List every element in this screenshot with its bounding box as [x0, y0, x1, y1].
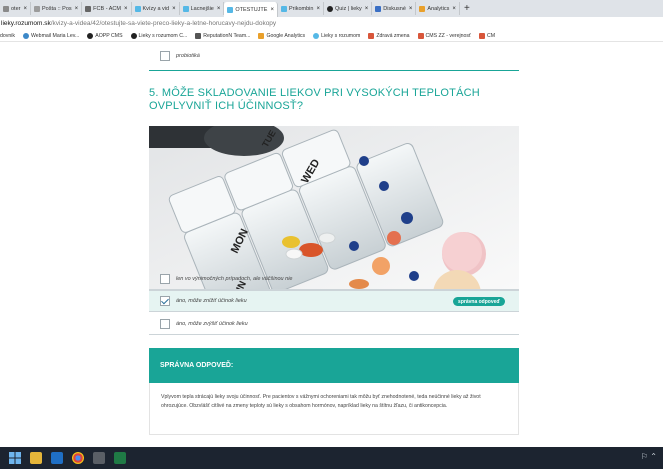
browser-tab[interactable]: Analytics ×: [416, 2, 460, 15]
bookmark-item[interactable]: ReputationN Team...: [195, 32, 250, 39]
browser-tab-bar: oter × Pošta :: Pos × FCB - ACM × Kvízy a v…: [0, 0, 663, 17]
answer-heading: SPRÁVNA ODPOVEĎ:: [149, 348, 519, 383]
option-label: áno, môže znížiť účinok lieku: [176, 298, 247, 304]
browser-tab[interactable]: Quiz | lieky ×: [324, 2, 373, 15]
option-label: áno, môže zvýšiť účinok lieku: [176, 320, 248, 327]
answer-option[interactable]: áno, môže zvýšiť účinok lieku: [149, 313, 519, 335]
correct-answer-badge: správna odpoveď: [453, 297, 505, 306]
lieky-heart-icon: [227, 6, 234, 13]
page-content: probiotiká 5. MÔŽE SKLADOVANIE LIEKOV PR…: [0, 42, 663, 447]
close-tab-icon[interactable]: ×: [316, 6, 320, 12]
bookmark-item[interactable]: AOPP CMS: [87, 32, 123, 39]
option-label: probiotiká: [176, 53, 200, 59]
browser-tab[interactable]: Diskusné ×: [372, 2, 417, 15]
close-tab-icon[interactable]: ×: [75, 6, 79, 12]
lieky-heart-icon: [182, 5, 189, 12]
browser-tab[interactable]: Prikombin ×: [278, 2, 324, 15]
bookmark-item[interactable]: Lieky s rozumom: [313, 32, 360, 39]
close-tab-icon[interactable]: ×: [452, 6, 456, 12]
answer-option-correct[interactable]: áno, môže znížiť účinok lieku správna od…: [149, 290, 519, 312]
plus-cross-icon: [368, 32, 375, 39]
lieky-heart-icon: [313, 32, 320, 39]
folder-icon: [85, 5, 92, 12]
option-checkbox[interactable]: [160, 318, 170, 329]
windows-icon[interactable]: [9, 452, 21, 464]
excel-icon[interactable]: [114, 452, 126, 464]
close-tab-icon[interactable]: ×: [270, 7, 274, 13]
lieky-heart-icon: [134, 5, 141, 12]
bookmark-item[interactable]: dovnik: [0, 33, 15, 39]
analytics-icon: [419, 5, 426, 12]
browser-tab[interactable]: Pošta :: Pos ×: [31, 2, 83, 15]
option-checkbox-checked[interactable]: [160, 296, 170, 306]
question-title: 5. MÔŽE SKLADOVANIE LIEKOV PRI VYSOKÝCH …: [149, 87, 480, 112]
calculator-icon[interactable]: [93, 452, 105, 464]
close-tab-icon[interactable]: ×: [217, 6, 221, 12]
bookmark-item[interactable]: CM: [478, 32, 495, 39]
bookmark-item[interactable]: Lieky s rozumom C...: [130, 32, 187, 39]
bookmarks-bar: dovnik Webmail Maria Lev... AOPP CMS Lie…: [0, 30, 663, 42]
option-checkbox[interactable]: [160, 273, 170, 284]
close-tab-icon[interactable]: ×: [172, 6, 176, 12]
aopp-icon: [130, 32, 137, 39]
bookmark-item[interactable]: Google Analytics: [258, 32, 305, 39]
plus-cross-icon: [478, 32, 485, 39]
url-host: lieky.rozumom.sk: [1, 20, 51, 27]
taskbar: ⚐ ⌃: [0, 447, 663, 469]
browser-tab[interactable]: Kvízy a vid ×: [132, 2, 180, 15]
quiz-icon: [326, 5, 333, 12]
bookmark-item[interactable]: Webmail Maria Lev...: [23, 32, 79, 39]
answer-option[interactable]: len vo výnimočných prípadoch, ale väčšin…: [149, 268, 519, 290]
answer-explanation: Vplyvom tepla strácajú lieky svoju účinn…: [149, 383, 519, 435]
tab-favicon-icon: [3, 5, 9, 12]
new-tab-button[interactable]: +: [460, 3, 474, 14]
plus-cross-icon: [417, 32, 424, 39]
outlook-icon[interactable]: [51, 452, 63, 464]
option-label: len vo výnimočných prípadoch, ale väčšin…: [176, 275, 293, 282]
close-tab-icon[interactable]: ×: [23, 6, 27, 12]
bookmark-item[interactable]: Zdravá zmena: [368, 32, 410, 39]
close-tab-icon[interactable]: ×: [409, 6, 413, 12]
browser-tab[interactable]: FCB - ACM ×: [82, 2, 132, 15]
s-icon: [375, 5, 382, 12]
webmail-icon: [23, 32, 29, 39]
browser-tab[interactable]: Lacnejšie ×: [180, 2, 225, 15]
aopp-icon: [87, 32, 94, 39]
url-path: /kvizy-a-videa/42/otestujte-sa-viete-pre…: [50, 20, 277, 27]
system-tray-icon[interactable]: ⚐ ⌃: [641, 452, 657, 461]
lieky-heart-icon: [280, 5, 287, 12]
chrome-icon[interactable]: [72, 452, 84, 464]
explorer-icon[interactable]: [30, 452, 42, 464]
close-tab-icon[interactable]: ×: [124, 6, 128, 12]
previous-question-option[interactable]: probiotiká: [149, 42, 519, 71]
browser-tab-active[interactable]: OTESTUJTE ×: [224, 2, 278, 17]
bookmark-item[interactable]: CMS ZZ - verejnosť: [417, 32, 471, 39]
address-bar[interactable]: lieky.rozumom.sk/kvizy-a-videa/42/otestu…: [0, 17, 663, 30]
browser-tab[interactable]: oter ×: [0, 2, 31, 15]
option-checkbox[interactable]: [160, 51, 170, 61]
analytics-icon: [258, 32, 265, 39]
folder-icon: [195, 32, 202, 39]
close-tab-icon[interactable]: ×: [365, 6, 369, 12]
mail-icon: [34, 5, 40, 12]
